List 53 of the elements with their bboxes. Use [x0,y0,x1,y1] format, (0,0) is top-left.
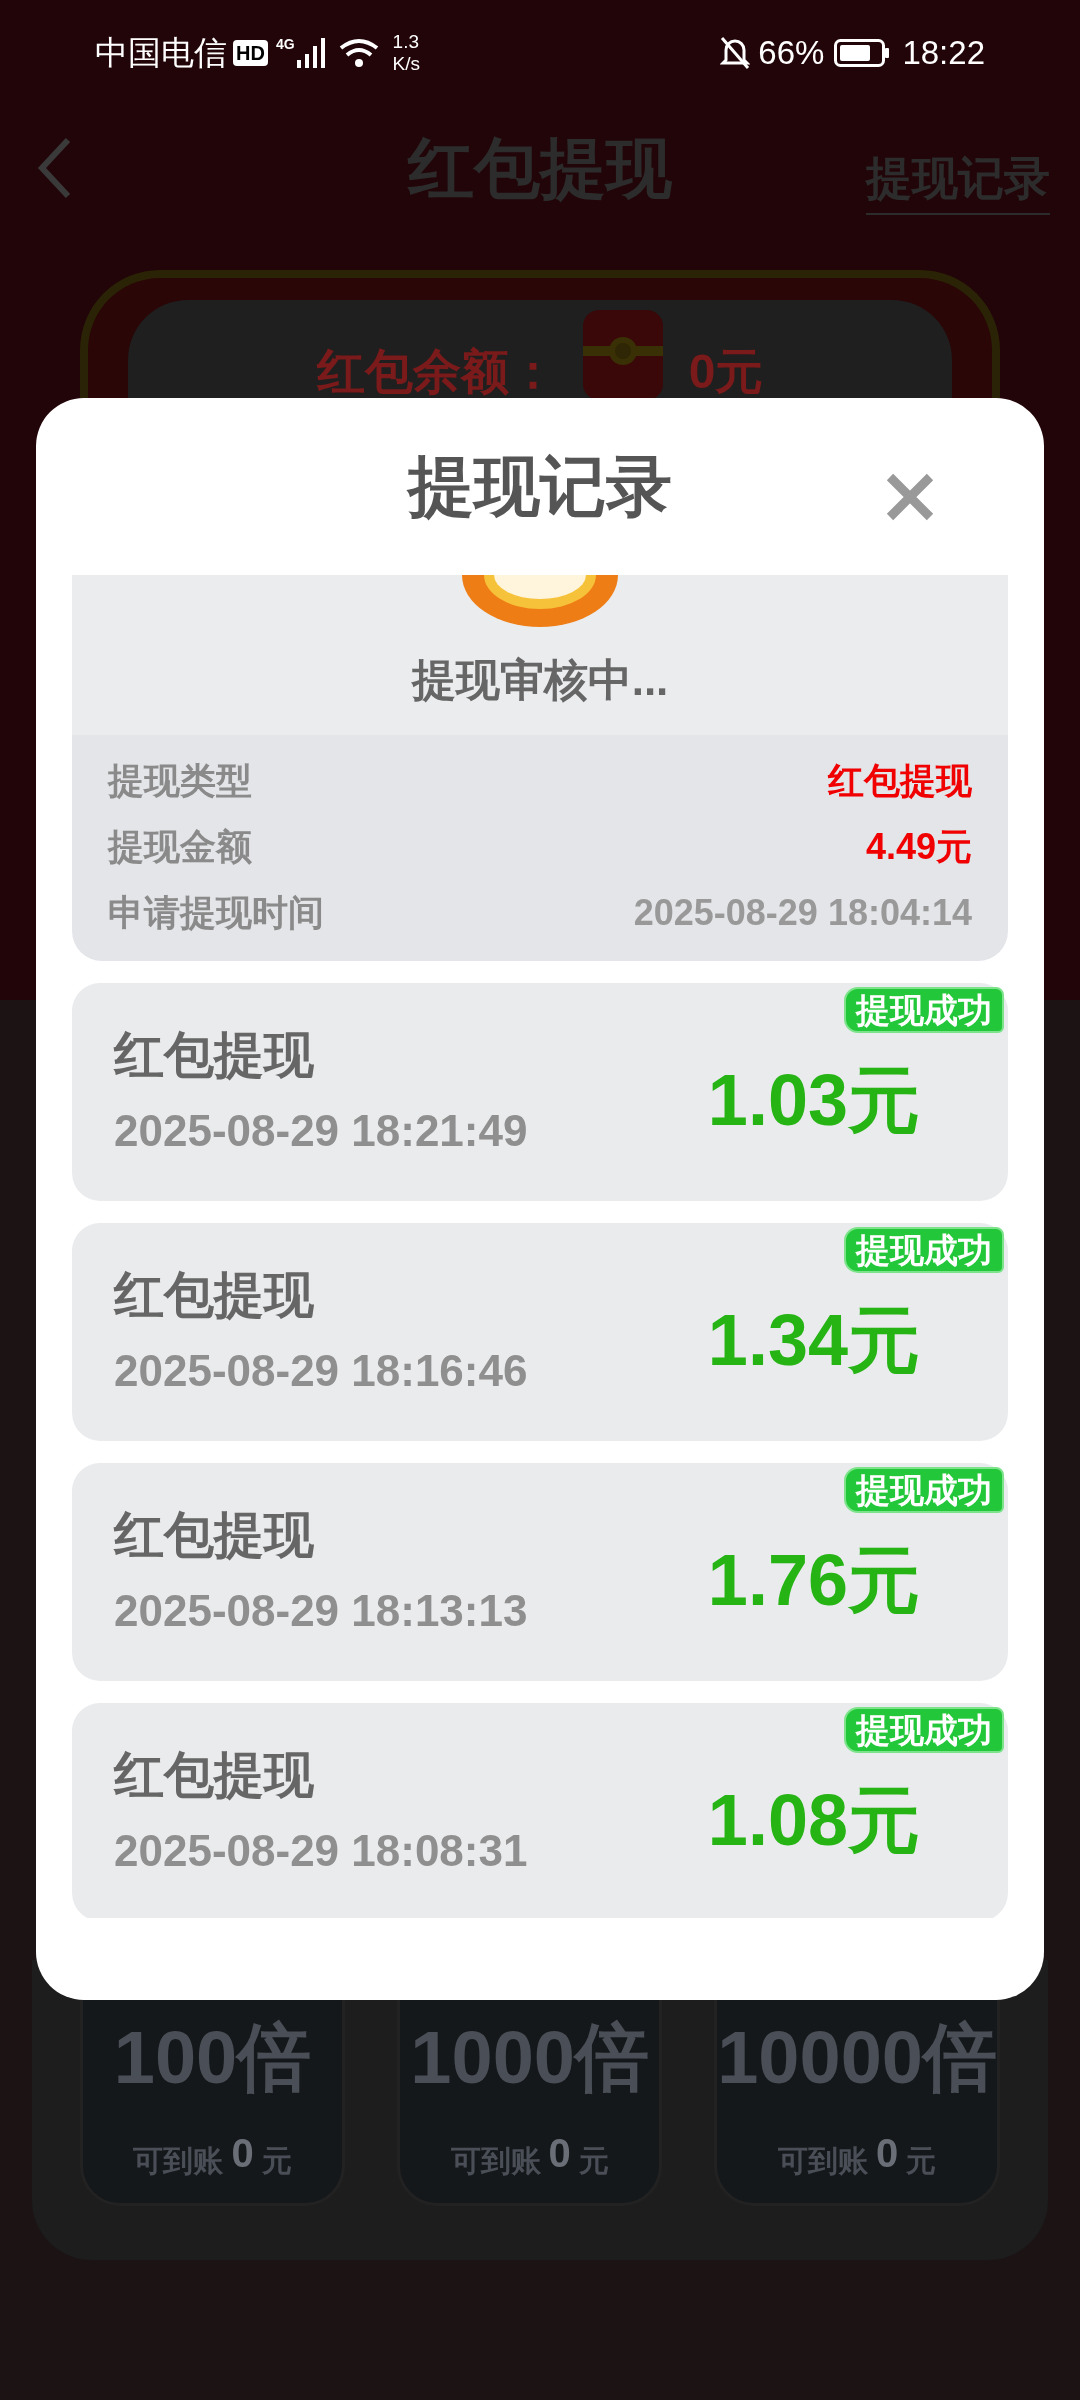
detail-label: 提现金额 [108,825,252,869]
signal-icon [296,38,325,68]
record-title: 红包提现 [114,1026,315,1085]
record-amount: 1.08元 [707,1779,920,1862]
success-badge: 提现成功 [844,1707,1004,1753]
record-time: 2025-08-29 18:13:13 [114,1585,529,1637]
detail-value: 红包提现 [828,759,972,803]
currency-unit: 元 [261,2143,292,2179]
review-status: 提现审核中... [411,654,669,706]
bell-muted-icon [720,36,751,70]
dialog-title: 提现记录 [408,448,672,525]
multiplier-label: 10000倍 [717,2015,997,2101]
detail-value: 2025-08-29 18:04:14 [633,891,972,935]
carrier-name: 中国电信 [95,33,227,74]
payout-caption: 可到账 [450,2143,541,2179]
payout-amount: 0 [876,2130,899,2177]
record-title: 红包提现 [114,1746,315,1805]
multiplier-label: 1000倍 [410,2015,649,2101]
multiplier-label: 100倍 [113,2015,312,2101]
payout-caption: 可到账 [778,2143,868,2179]
payout-amount: 0 [548,2130,571,2177]
wifi-icon [338,38,379,68]
clock-time: 18:22 [902,33,985,74]
detail-label: 提现类型 [108,759,252,803]
success-badge: 提现成功 [844,987,1004,1033]
network-label: 4G [275,35,295,54]
payout-caption: 可到账 [133,2143,224,2179]
back-icon[interactable] [36,136,72,200]
network-speed: 1.3 [392,31,420,53]
battery-percent: 66% [758,33,825,74]
record-amount: 1.76元 [707,1539,920,1622]
record-amount: 1.03元 [707,1059,920,1142]
hd-badge: HD [233,40,268,66]
payout-amount: 0 [231,2130,254,2177]
envelope-icon [580,310,665,400]
close-icon[interactable] [886,473,934,521]
success-badge: 提现成功 [844,1227,1004,1273]
battery-icon [834,39,891,67]
coin-icon [460,575,620,627]
balance-amount: 0元 [688,344,764,400]
currency-unit: 元 [906,2143,937,2179]
record-time: 2025-08-29 18:16:46 [114,1345,529,1397]
record-time: 2025-08-29 18:21:49 [114,1105,529,1157]
balance-label: 红包余额： [316,344,557,400]
success-badge: 提现成功 [844,1467,1004,1513]
record-title: 红包提现 [114,1266,315,1325]
record-amount: 1.34元 [707,1299,920,1382]
record-title: 红包提现 [114,1506,315,1565]
network-speed: K/s [392,53,421,75]
currency-unit: 元 [578,2143,609,2179]
detail-value: 4.49元 [865,825,972,869]
detail-label: 申请提现时间 [108,891,324,935]
record-time: 2025-08-29 18:08:31 [114,1825,529,1877]
